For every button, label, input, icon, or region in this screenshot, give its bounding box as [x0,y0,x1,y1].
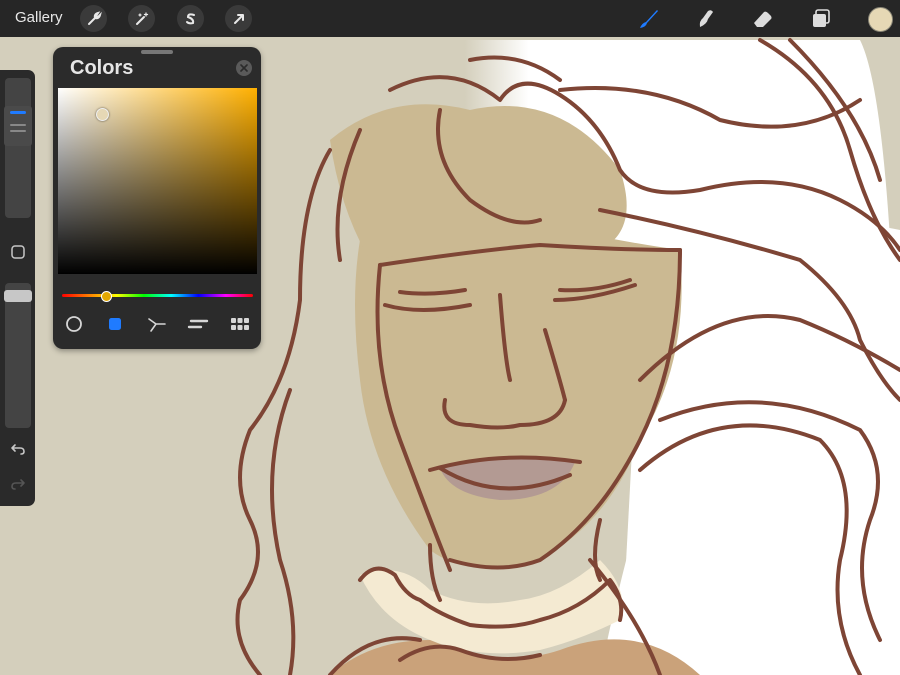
undo-icon [11,444,25,455]
brush-opacity-thumb[interactable] [4,289,32,302]
tab-classic[interactable] [104,314,126,334]
tab-value[interactable] [187,314,209,334]
panel-title: Colors [70,57,134,79]
brush-opacity-slider[interactable] [4,283,32,428]
tab-palettes[interactable] [229,314,251,334]
value-sliders-icon [187,319,209,329]
close-panel-button[interactable] [236,60,252,76]
brush-size-line [10,130,26,132]
brush-size-slider[interactable] [4,78,32,218]
panel-grabber[interactable] [141,50,173,54]
brush-tool-button[interactable] [634,5,662,33]
layers-icon [813,9,830,27]
magic-wand-icon [135,11,148,25]
transform-arrow-icon [233,13,244,24]
color-picker-handle[interactable] [96,108,109,121]
selection-s-icon [185,12,195,24]
top-toolbar: Gallery [0,0,900,37]
harmony-icon [148,318,166,332]
hue-slider[interactable] [62,294,253,297]
actions-button[interactable] [80,5,107,32]
square-icon [11,245,25,259]
eraser-icon [754,11,772,27]
redo-button[interactable] [7,473,29,495]
modify-button[interactable] [7,241,29,263]
left-sidebar [0,70,35,506]
close-icon [240,64,248,72]
hue-slider-thumb[interactable] [101,291,112,302]
smudge-tool-button[interactable] [692,5,720,33]
adjustments-button[interactable] [128,5,155,32]
smudge-icon [699,10,713,27]
wrench-icon [87,10,102,25]
brush-size-thumb[interactable] [4,106,32,146]
tab-disc[interactable] [63,314,85,334]
undo-button[interactable] [7,438,29,460]
colors-panel: Colors [53,47,261,349]
tab-harmony[interactable] [146,314,168,334]
disc-icon [66,316,82,332]
saturation-brightness-picker[interactable] [58,88,257,274]
brush-size-line [10,124,26,126]
classic-square-icon [109,318,121,330]
layers-button[interactable] [807,5,835,33]
eraser-tool-button[interactable] [749,5,777,33]
redo-icon [11,479,25,490]
palettes-grid-icon [231,318,249,330]
transform-button[interactable] [225,5,252,32]
selection-button[interactable] [177,5,204,32]
brush-size-indicator [10,111,26,114]
color-swatch-button[interactable] [868,7,893,32]
gallery-button[interactable]: Gallery [15,9,63,26]
brush-icon [640,10,658,28]
